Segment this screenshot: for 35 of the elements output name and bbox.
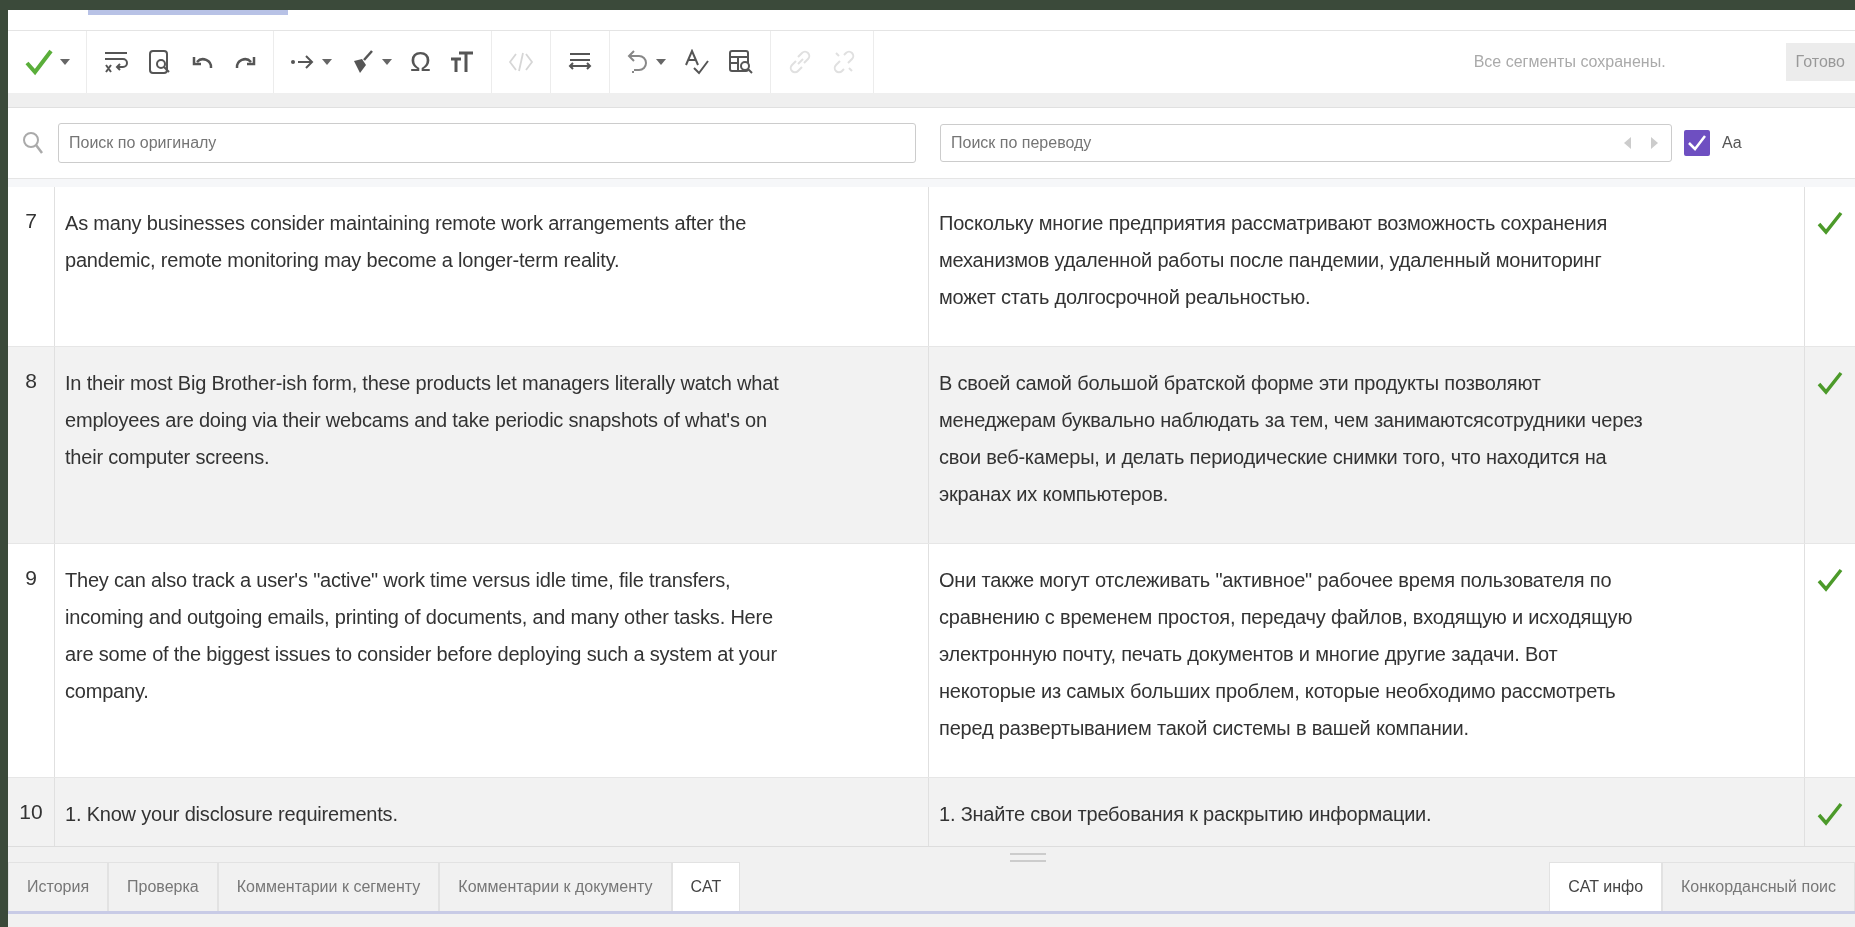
caret-icon — [60, 59, 70, 65]
caret-icon — [655, 59, 666, 65]
target-text[interactable]: 1. Знайте свои требования к раскрытию информации. — [929, 778, 1804, 846]
save-status: Все сегменты сохранены. — [1473, 53, 1666, 71]
text-size-icon — [448, 50, 475, 74]
search-icon — [22, 131, 44, 155]
symbol-button[interactable]: Ω — [404, 42, 437, 82]
code-tags-icon — [507, 50, 534, 74]
panel-tab[interactable]: CAT — [671, 862, 741, 911]
target-text[interactable]: В своей самой большой братской форме эти продукты позволяют менеджерам буквально наблюдать за тем, чем занимаютсясотрудники через свои веб-камеры, и делать периодические снимки того, что находится на экранах их компьютеров. — [929, 347, 1804, 543]
match-case-checkbox[interactable] — [1684, 130, 1710, 156]
panel-tab[interactable]: Проверка — [108, 862, 218, 911]
table-search-icon — [727, 49, 754, 75]
panel-tab[interactable]: Конкордансный поис — [1662, 862, 1855, 911]
panel-tab[interactable]: История — [8, 862, 109, 911]
wrap-icon — [103, 49, 129, 75]
source-text[interactable]: They can also track a user's "active" work time versus idle time, file transfers, incoming and outgoing emails, printing of documents, and many other tasks. Here are some of the biggest issues to consider before deploying such a system at your company. — [55, 544, 929, 777]
match-case-label: Aa — [1722, 134, 1742, 152]
segment-number: 7 — [8, 187, 55, 346]
panel-tab[interactable]: Комментарии к документу — [439, 862, 672, 911]
segment-number: 9 — [8, 544, 55, 777]
target-text[interactable]: Они также могут отслеживать "активное" рабочее время пользователя по сравнению с временем простоя, передачу файлов, входящую и исходящую электронную почту, печать документов и многие другие задачи. Вот некоторые из самых больших проблем, которые необходимо рассмотреть перед развертыванием такой системы в вашей компании. — [929, 544, 1804, 777]
revert-icon — [625, 48, 650, 76]
checkmark-icon — [24, 47, 54, 77]
caret-icon — [322, 59, 332, 65]
resize-handle[interactable] — [1010, 853, 1046, 862]
panel-tab[interactable]: Комментарии к сегменту — [217, 862, 440, 911]
source-text[interactable]: In their most Big Brother-ish form, these products let managers literally watch what employees are doing via their webcams and take periodic snapshots of what's on their computer screens. — [55, 347, 929, 543]
target-text[interactable]: Поскольку многие предприятия рассматривают возможность сохранения механизмов удаленной работы после пандемии, удаленный мониторинг может стать долгосрочной реальностью. — [929, 187, 1804, 346]
caret-icon — [382, 59, 392, 65]
source-search-field[interactable]: Поиск по оригиналу — [58, 123, 916, 163]
spellcheck-icon — [683, 49, 710, 75]
panel-tab[interactable]: CAT инфо — [1549, 862, 1663, 911]
source-text[interactable]: As many businesses consider maintaining remote work arrangements after the pandemic, remote monitoring may become a longer-term reality. — [55, 187, 929, 346]
segment-number: 8 — [8, 347, 55, 543]
